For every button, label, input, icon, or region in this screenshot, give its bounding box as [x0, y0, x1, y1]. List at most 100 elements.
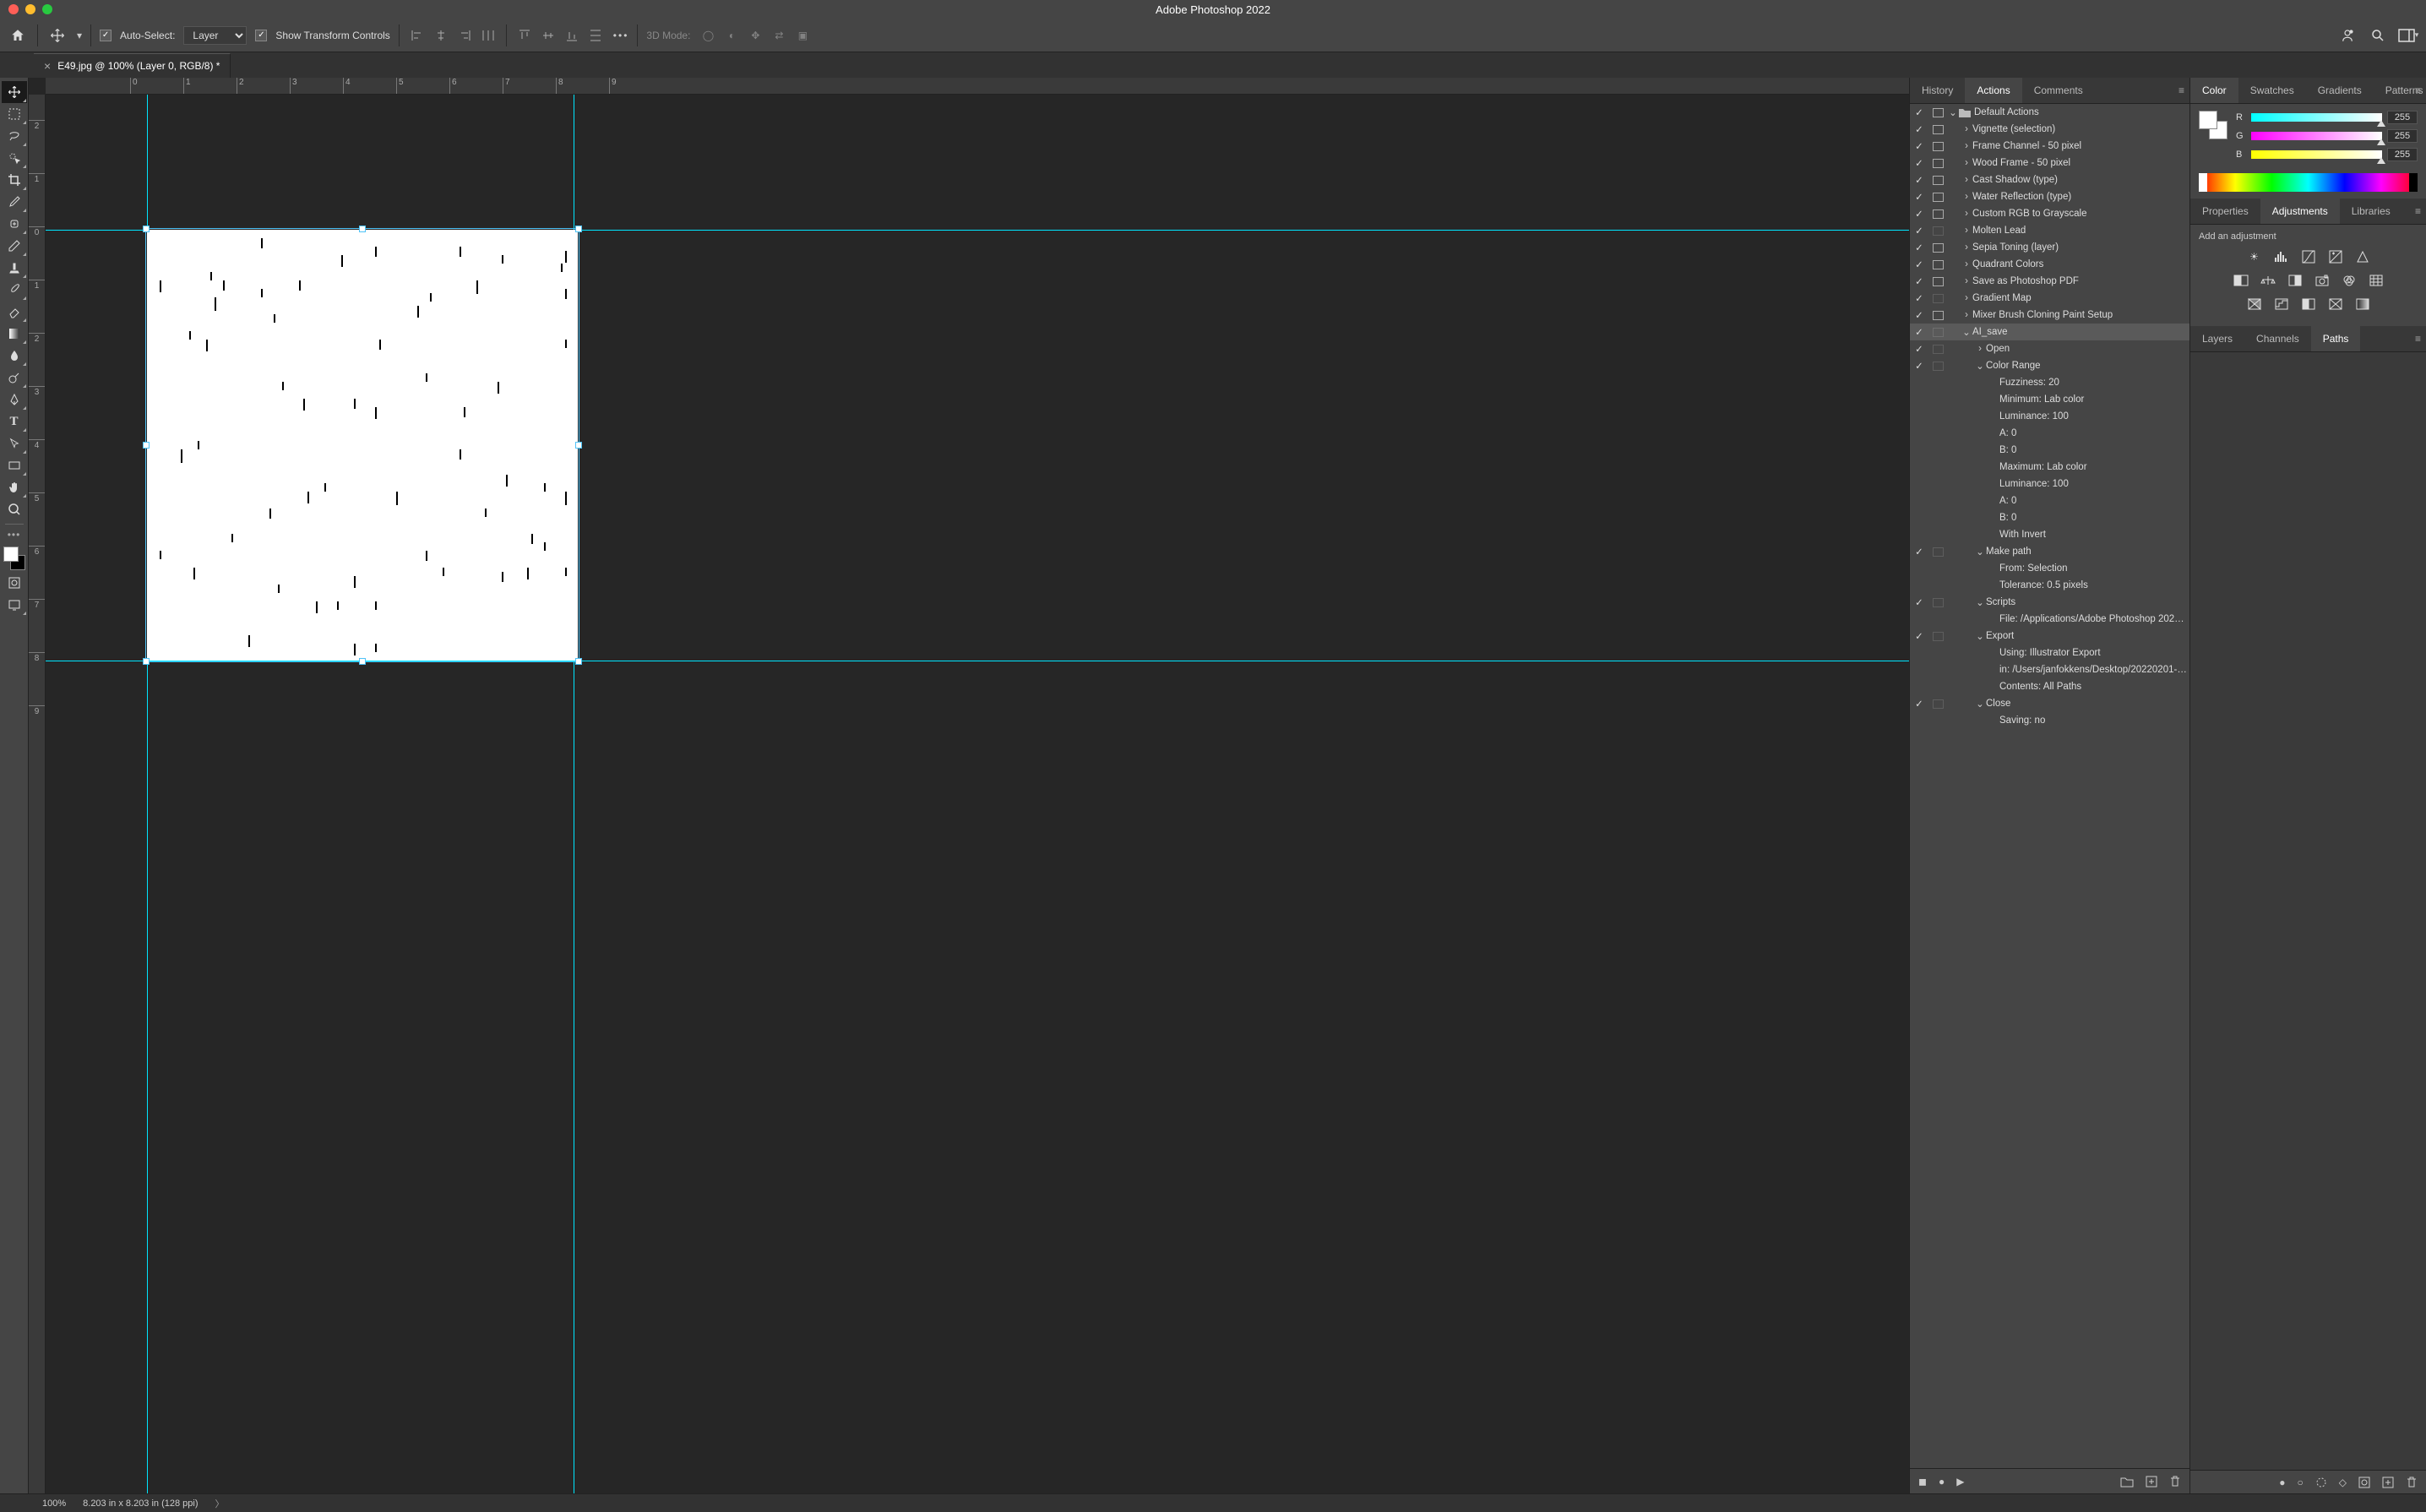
auto-select-checkbox[interactable]: ✓ [100, 30, 112, 41]
workspace-switcher-icon[interactable]: ▾ [2397, 24, 2419, 46]
close-tab-icon[interactable]: × [44, 59, 51, 73]
pencil-tool[interactable] [2, 235, 27, 257]
hue-sat-icon[interactable] [2233, 272, 2249, 289]
maximize-window-button[interactable] [42, 4, 52, 14]
transform-handle[interactable] [143, 226, 150, 232]
action-toggle-checkbox[interactable]: ✓ [1910, 140, 1928, 152]
chevron-right-icon[interactable]: › [1961, 141, 1972, 151]
transform-handle[interactable] [143, 658, 150, 665]
levels-icon[interactable] [2273, 248, 2290, 265]
channel-mixer-icon[interactable] [2341, 272, 2358, 289]
tab-color[interactable]: Color [2190, 78, 2238, 103]
transform-handle[interactable] [575, 442, 582, 449]
action-row[interactable]: ✓›Molten Lead [1910, 222, 2189, 239]
action-toggle-checkbox[interactable]: ✓ [1910, 242, 1928, 253]
align-middle-icon[interactable] [539, 26, 558, 45]
transform-bounding-box[interactable] [145, 228, 579, 662]
panel-menu-icon[interactable]: ≡ [2415, 205, 2421, 217]
action-row[interactable]: ✓›Save as Photoshop PDF [1910, 273, 2189, 290]
action-row[interactable]: ✓›Wood Frame - 50 pixel [1910, 155, 2189, 171]
action-row[interactable]: ✓›Frame Channel - 50 pixel [1910, 138, 2189, 155]
action-toggle-checkbox[interactable]: ✓ [1910, 258, 1928, 270]
tab-comments[interactable]: Comments [2022, 78, 2095, 103]
stroke-path-icon[interactable]: ○ [2298, 1477, 2304, 1488]
action-row[interactable]: A: 0 [1910, 425, 2189, 442]
action-row[interactable]: A: 0 [1910, 492, 2189, 509]
lasso-tool[interactable] [2, 125, 27, 147]
transform-handle[interactable] [359, 226, 366, 232]
color-balance-icon[interactable] [2260, 272, 2276, 289]
healing-brush-tool[interactable] [2, 213, 27, 235]
action-toggle-checkbox[interactable]: ✓ [1910, 698, 1928, 710]
document-info[interactable]: 8.203 in x 8.203 in (128 ppi) [83, 1498, 198, 1509]
action-toggle-checkbox[interactable]: ✓ [1910, 123, 1928, 135]
status-info-menu-icon[interactable]: 〉 [215, 1497, 225, 1510]
action-row[interactable]: ✓›Quadrant Colors [1910, 256, 2189, 273]
chevron-down-icon[interactable]: ⌄ [1974, 546, 1986, 557]
action-row[interactable]: Contents: All Paths [1910, 678, 2189, 695]
path-to-selection-icon[interactable] [2315, 1477, 2327, 1488]
color-spectrum[interactable] [2199, 173, 2418, 192]
g-slider[interactable] [2251, 132, 2382, 140]
action-row[interactable]: in: /Users/janfokkens/Desktop/20220201-C… [1910, 661, 2189, 678]
action-row[interactable]: ✓⌄AI_save [1910, 324, 2189, 340]
minimize-window-button[interactable] [25, 4, 35, 14]
play-icon[interactable]: ▶ [1956, 1476, 1964, 1488]
search-icon[interactable] [2367, 24, 2389, 46]
selective-color-icon[interactable] [2327, 296, 2344, 313]
action-toggle-checkbox[interactable]: ✓ [1910, 596, 1928, 608]
action-row[interactable]: Luminance: 100 [1910, 408, 2189, 425]
tab-adjustments[interactable]: Adjustments [2260, 199, 2340, 224]
document-tab[interactable]: × E49.jpg @ 100% (Layer 0, RGB/8) * [34, 53, 231, 78]
action-row[interactable]: ✓›Mixer Brush Cloning Paint Setup [1910, 307, 2189, 324]
add-mask-icon[interactable] [2358, 1477, 2370, 1488]
delete-path-icon[interactable] [2406, 1477, 2418, 1488]
bw-icon[interactable] [2287, 272, 2304, 289]
chevron-down-icon[interactable]: ⌄ [1974, 360, 1986, 372]
new-action-icon[interactable] [2146, 1476, 2157, 1488]
action-toggle-checkbox[interactable]: ✓ [1910, 174, 1928, 186]
transform-handle[interactable] [359, 658, 366, 665]
color-fg-bg-swatch[interactable] [2199, 111, 2227, 139]
action-row[interactable]: Using: Illustrator Export [1910, 645, 2189, 661]
gradient-map-icon[interactable] [2354, 296, 2371, 313]
r-value[interactable]: 255 [2387, 111, 2418, 124]
align-top-icon[interactable] [515, 26, 534, 45]
clone-stamp-tool[interactable] [2, 257, 27, 279]
action-toggle-checkbox[interactable]: ✓ [1910, 360, 1928, 372]
action-dialog-toggle[interactable] [1928, 108, 1947, 117]
chevron-down-icon[interactable]: ⌄ [1947, 106, 1959, 118]
threshold-icon[interactable] [2300, 296, 2317, 313]
paths-panel-body[interactable] [2190, 352, 2426, 1470]
b-value[interactable]: 255 [2387, 148, 2418, 161]
panel-menu-icon[interactable]: ≡ [2179, 84, 2184, 96]
home-button[interactable] [7, 24, 29, 46]
chevron-right-icon[interactable]: › [1961, 124, 1972, 134]
screen-mode-icon[interactable] [2, 594, 27, 616]
align-bottom-icon[interactable] [563, 26, 581, 45]
tab-properties[interactable]: Properties [2190, 199, 2260, 224]
vertical-ruler[interactable]: 210123456789 [29, 95, 46, 1493]
new-path-icon[interactable] [2382, 1477, 2394, 1488]
align-center-h-icon[interactable] [432, 26, 450, 45]
invert-icon[interactable] [2246, 296, 2263, 313]
action-row[interactable]: ✓›Water Reflection (type) [1910, 188, 2189, 205]
crop-tool[interactable] [2, 169, 27, 191]
action-row[interactable]: File: /Applications/Adobe Photoshop 2022… [1910, 611, 2189, 628]
chevron-right-icon[interactable]: › [1961, 276, 1972, 286]
chevron-down-icon[interactable]: ⌄ [1974, 630, 1986, 642]
zoom-level[interactable]: 100% [42, 1498, 66, 1509]
chevron-down-icon[interactable]: ⌄ [1961, 326, 1972, 338]
gradient-tool[interactable] [2, 323, 27, 345]
canvas[interactable] [46, 95, 1909, 1493]
action-row[interactable]: ✓›Gradient Map [1910, 290, 2189, 307]
color-swatches[interactable] [2, 545, 27, 572]
transform-handle[interactable] [575, 226, 582, 232]
chevron-right-icon[interactable]: › [1961, 293, 1972, 303]
chevron-down-icon[interactable]: ⌄ [1974, 698, 1986, 710]
action-row[interactable]: Minimum: Lab color [1910, 391, 2189, 408]
horizontal-ruler[interactable]: 0123456789 [46, 78, 1909, 95]
tab-libraries[interactable]: Libraries [2340, 199, 2402, 224]
chevron-right-icon[interactable]: › [1961, 242, 1972, 253]
marquee-tool[interactable] [2, 103, 27, 125]
